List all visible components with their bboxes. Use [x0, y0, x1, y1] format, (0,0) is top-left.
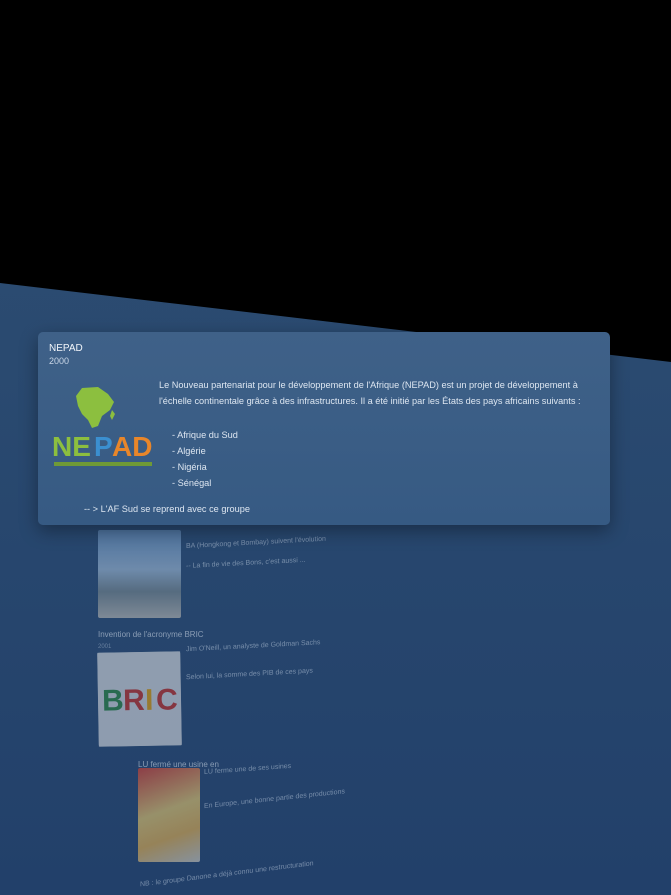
bg-text-line: Jim O'Neill, un analyste de Goldman Sach…	[186, 639, 321, 654]
svg-text:NE: NE	[52, 431, 91, 462]
country-item: - Nigéria	[172, 462, 207, 472]
lu-product-image	[138, 768, 200, 862]
card-description: Le Nouveau partenariat pour le développe…	[159, 380, 581, 406]
nepad-card[interactable]: NEPAD 2000 NE P AD Le Nouveau partenaria…	[38, 332, 610, 525]
nepad-logo: NE P AD	[52, 384, 156, 474]
country-item: - Sénégal	[172, 478, 212, 488]
bg-text-line: BA (Hongkong et Bombay) suivent l'évolut…	[186, 535, 326, 551]
bg-text-line: LU ferme une de ses usines	[204, 762, 292, 776]
bric-logo-icon: B R I C	[97, 651, 182, 747]
bg-bric-title: Invention de l'acronyme BRIC	[98, 630, 204, 639]
bric-image: B R I C	[97, 651, 182, 747]
country-item: - Algérie	[172, 446, 206, 456]
bg-text-line: En Europe, une bonne partie des producti…	[204, 788, 345, 811]
svg-text:R: R	[123, 684, 146, 717]
country-list: - Afrique du Sud - Algérie - Nigéria - S…	[172, 427, 238, 491]
svg-text:AD: AD	[112, 431, 152, 462]
bg-bric-year: 2001	[98, 644, 112, 650]
card-footer-note: -- > L'AF Sud se reprend avec ce groupe	[84, 504, 250, 514]
bg-text-line: Selon lui, la somme des PIB de ces pays	[186, 667, 313, 682]
svg-text:I: I	[145, 684, 154, 717]
card-title: NEPAD	[49, 343, 83, 354]
africa-map-icon: NE P AD	[52, 387, 152, 466]
bg-text-line: -- La fin de vie des Bons, c'est aussi .…	[186, 556, 306, 571]
svg-text:C: C	[156, 683, 178, 716]
card-year: 2000	[49, 356, 70, 366]
svg-text:B: B	[102, 684, 124, 717]
building-image	[98, 530, 181, 618]
country-item: - Afrique du Sud	[172, 430, 238, 440]
svg-text:P: P	[94, 431, 113, 462]
